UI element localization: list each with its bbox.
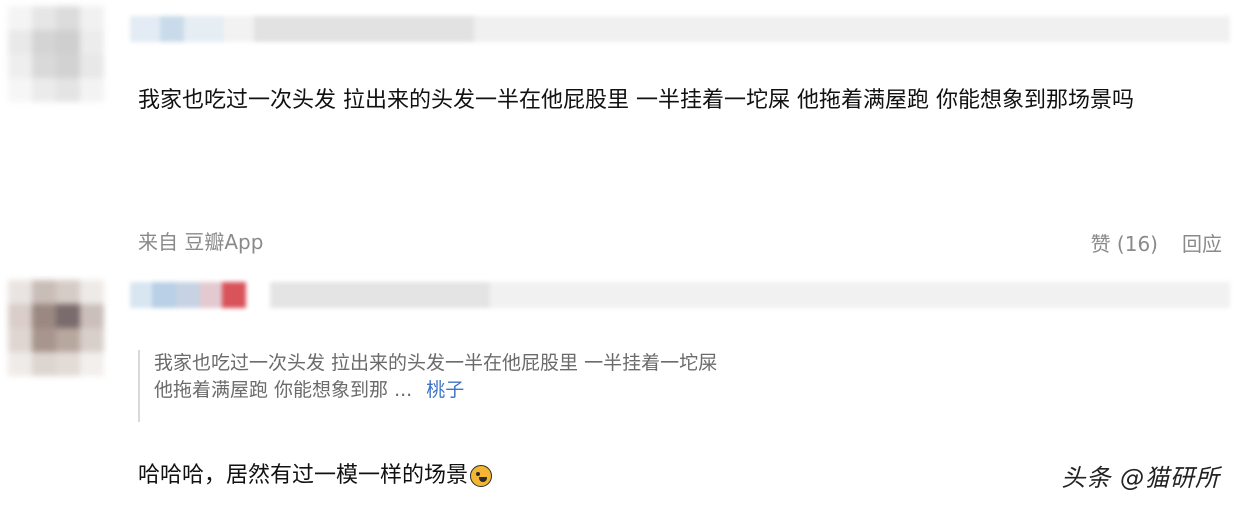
comment-text: 我家也吃过一次头发 拉出来的头发一半在他屁股里 一半挂着一坨屎 他拖着满屋跑 你…: [138, 88, 1134, 113]
avatar[interactable]: [8, 280, 104, 376]
quote-line: 我家也吃过一次头发 拉出来的头发一半在他屁股里 一半挂着一坨屎: [154, 352, 718, 374]
watermark: 头条 @猫研所: [1061, 464, 1220, 492]
reply-text-row: 哈哈哈，居然有过一模一样的场景: [138, 460, 493, 492]
quote-author-link[interactable]: 桃子: [426, 379, 464, 401]
source-prefix: 来自: [138, 230, 178, 254]
reply-text: 哈哈哈，居然有过一模一样的场景: [138, 463, 469, 488]
username-blurred[interactable]: [130, 282, 1230, 308]
comment: 我家也吃过一次头发 拉出来的头发一半在他屁股里 一半挂着一坨屎 他拖着满屋跑 你…: [0, 0, 1236, 262]
source-info: 来自 豆瓣App: [138, 226, 263, 255]
quote-line-text: 他拖着满屋跑 你能想象到那 ...: [154, 379, 413, 401]
reply-button[interactable]: 回应: [1182, 228, 1222, 257]
comment: 我家也吃过一次头发 拉出来的头发一半在他屁股里 一半挂着一坨屎 他拖着满屋跑 你…: [0, 262, 1236, 506]
username-blurred[interactable]: [130, 16, 1230, 42]
comment-footer: 来自 豆瓣App 赞 (16) 回应: [138, 226, 1222, 256]
like-button[interactable]: 赞 (16): [1091, 228, 1158, 257]
avatar[interactable]: [8, 6, 104, 102]
quoted-comment: 我家也吃过一次头发 拉出来的头发一半在他屁股里 一半挂着一坨屎 他拖着满屋跑 你…: [138, 350, 898, 422]
quote-line: 他拖着满屋跑 你能想象到那 ... 桃子: [154, 377, 898, 404]
source-app-link[interactable]: 豆瓣App: [184, 230, 263, 254]
laughing-emoji-icon: [470, 465, 493, 487]
